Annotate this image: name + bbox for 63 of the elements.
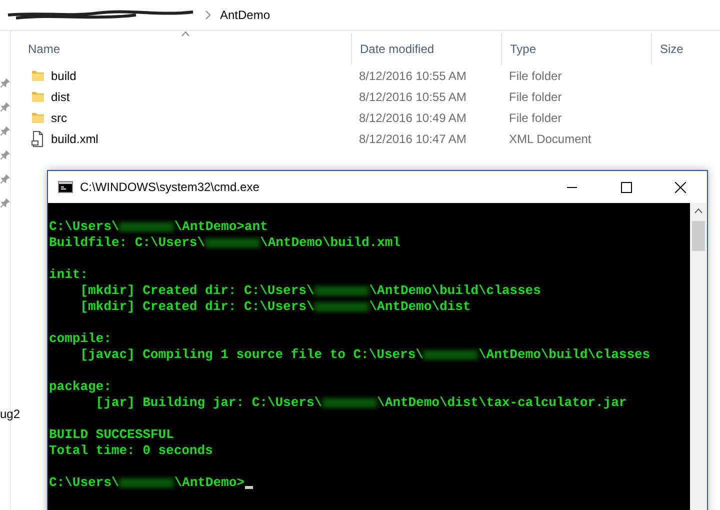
- pin-icon[interactable]: [0, 102, 10, 112]
- file-name[interactable]: src: [51, 110, 67, 124]
- date-cell-text: 8/12/2016 10:47 AM: [358, 132, 468, 146]
- folder-icon: [31, 90, 45, 104]
- console-text: \AntDemo\build.xml: [260, 235, 400, 251]
- pin-icon[interactable]: [0, 126, 10, 136]
- scroll-thumb[interactable]: [692, 221, 705, 251]
- console-text: package:: [49, 379, 112, 395]
- console-text: [mkdir] Created dir: C:\Users\: [79, 283, 314, 299]
- close-icon: [674, 182, 686, 192]
- pin-icon[interactable]: [0, 174, 10, 184]
- pin-icon[interactable]: [0, 78, 10, 88]
- type-cell-text: File folder: [508, 68, 563, 82]
- nav-item-label[interactable]: ug2: [0, 407, 20, 421]
- redacted-text: [205, 238, 260, 248]
- console-text: \AntDemo>ant: [174, 219, 268, 235]
- minimize-icon: [567, 186, 577, 188]
- console-text: init:: [49, 267, 88, 283]
- window-title: C:\WINDOWS\system32\cmd.exe: [80, 180, 260, 194]
- file-name[interactable]: build: [51, 68, 76, 82]
- console-text: \AntDemo>: [174, 475, 244, 491]
- column-header[interactable]: Type: [510, 42, 536, 56]
- maximize-icon: [620, 182, 632, 192]
- console-text: \AntDemo\build\classes: [478, 347, 650, 363]
- console-text: Total time: 0 seconds: [49, 443, 213, 459]
- folder-icon: [31, 110, 45, 124]
- type-cell-text: File folder: [508, 90, 563, 104]
- chevron-icon: [204, 10, 212, 20]
- console-text: [mkdir] Created dir: C:\Users\: [79, 299, 314, 315]
- column-header[interactable]: Name: [28, 42, 60, 56]
- console-text: \AntDemo\build\classes: [369, 283, 541, 299]
- console-text: Buildfile: C:\Users\: [49, 235, 206, 251]
- type-cell-text: XML Document: [508, 132, 592, 146]
- column-header[interactable]: Date modified: [360, 42, 434, 56]
- console-text: \AntDemo\dist: [369, 299, 471, 315]
- folder-icon: [31, 68, 45, 82]
- console-text: C:\Users\: [49, 219, 120, 235]
- redacted-text: [314, 302, 370, 312]
- date-cell-text: 8/12/2016 10:49 AM: [358, 110, 468, 124]
- redacted-text: [423, 350, 478, 360]
- redacted-text: [322, 398, 378, 408]
- column-header[interactable]: Size: [660, 42, 684, 56]
- file-name[interactable]: build.xml: [51, 132, 98, 146]
- console-text: compile:: [49, 331, 112, 347]
- redacted-text: [314, 286, 370, 296]
- console-icon: [58, 181, 73, 193]
- document-icon: [31, 130, 45, 146]
- console-text: C:\Users\: [49, 475, 120, 491]
- pin-icon[interactable]: [0, 198, 10, 208]
- file-name[interactable]: dist: [51, 90, 70, 104]
- scrollbar[interactable]: [690, 203, 707, 510]
- date-cell-text: 8/12/2016 10:55 AM: [358, 68, 468, 82]
- console-text: [javac] Compiling 1 source file to C:\Users\: [79, 347, 424, 363]
- redacted-text: [119, 478, 174, 488]
- date-cell-text: 8/12/2016 10:55 AM: [358, 90, 468, 104]
- console-text: [jar] Building jar: C:\Users\: [94, 395, 322, 411]
- console-text: BUILD SUCCESSFUL: [49, 427, 174, 443]
- console-text: \AntDemo\dist\tax-calculator.jar: [377, 395, 627, 411]
- breadcrumb-item[interactable]: AntDemo: [220, 8, 270, 22]
- redacted-text: [119, 222, 174, 232]
- pin-icon[interactable]: [0, 150, 10, 160]
- scroll-up-icon[interactable]: [694, 208, 703, 214]
- type-cell-text: File folder: [508, 110, 563, 124]
